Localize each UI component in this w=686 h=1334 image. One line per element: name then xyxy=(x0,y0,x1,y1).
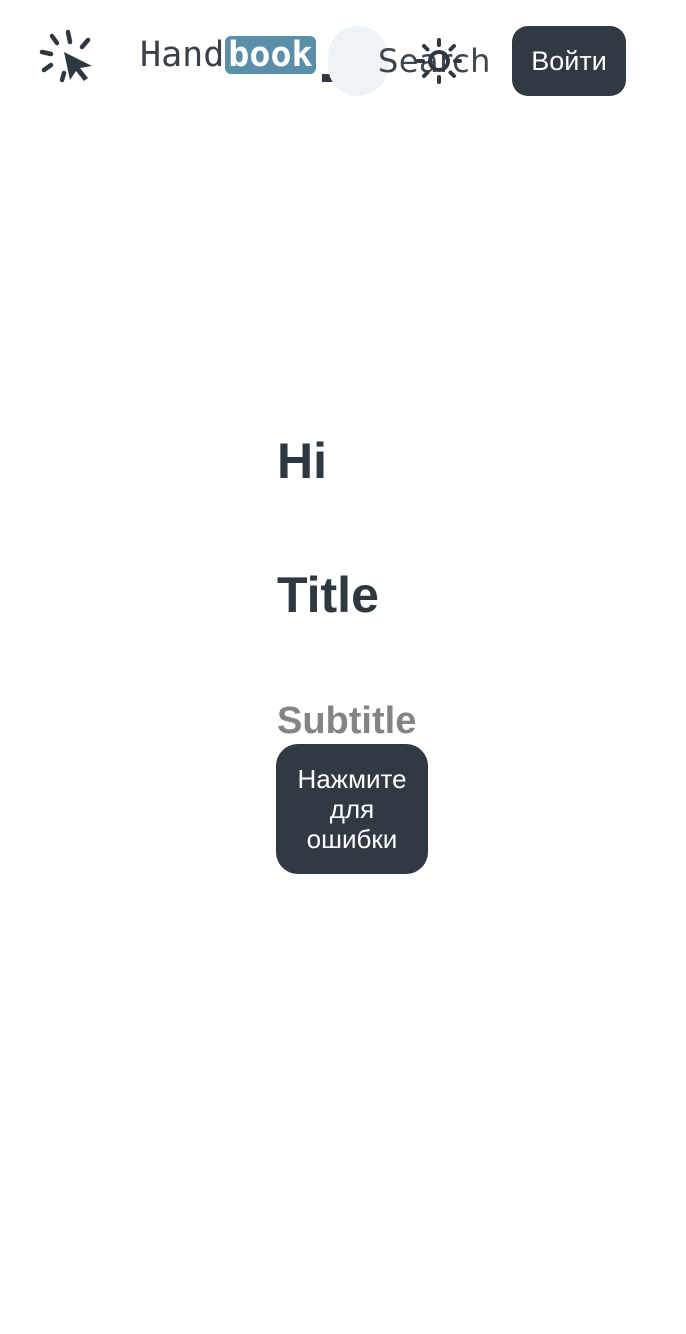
greeting-heading: Hi xyxy=(277,433,327,489)
brand-logo[interactable]: Hand book xyxy=(140,34,316,76)
brand-highlight: book xyxy=(225,36,316,74)
trigger-error-button[interactable]: Нажмите для ошибки xyxy=(276,744,428,874)
search-button[interactable]: Search xyxy=(328,26,490,96)
page-subtitle: Subtitle xyxy=(277,700,417,742)
page-title: Title xyxy=(277,567,379,623)
site-header: Hand book Search Войти xyxy=(0,0,686,120)
login-button[interactable]: Войти xyxy=(512,26,626,96)
brand-text: Hand xyxy=(140,35,225,75)
sun-icon[interactable] xyxy=(416,38,462,84)
click-pointer-icon[interactable] xyxy=(38,28,96,86)
